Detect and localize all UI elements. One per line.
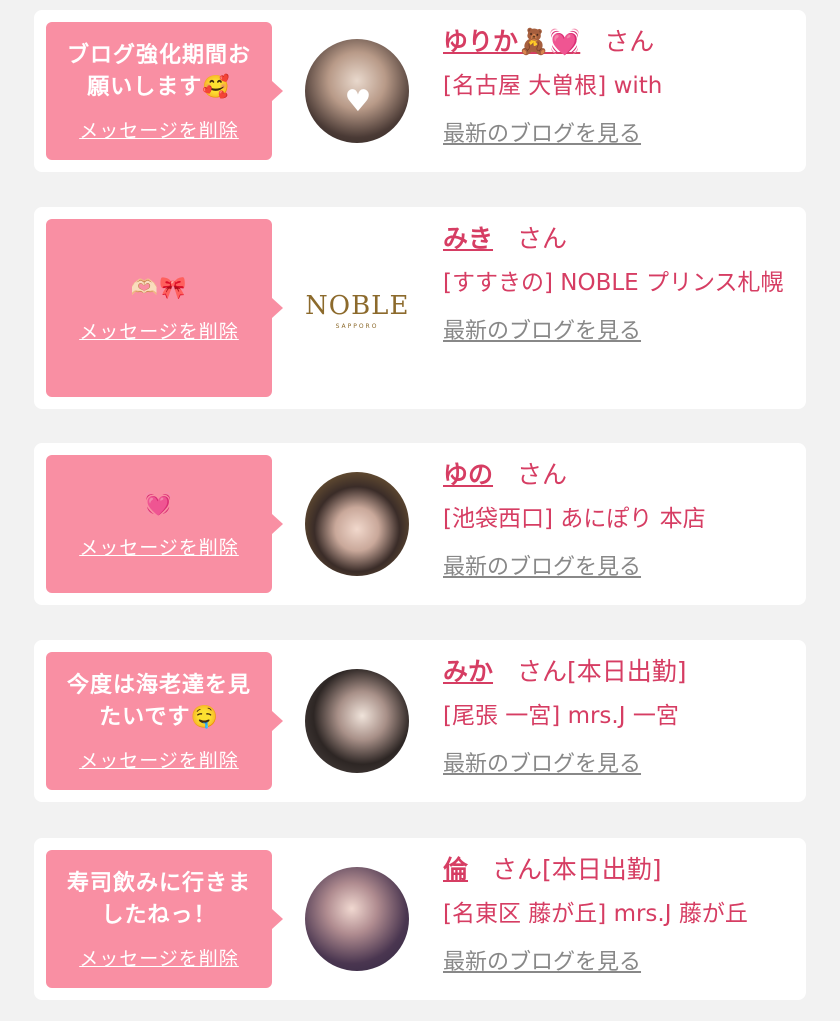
girl-name-link[interactable]: みか	[443, 657, 493, 686]
delete-message-link[interactable]: メッセージを削除	[79, 317, 239, 344]
message-bubble: 🫶🏻🎀 メッセージを削除	[46, 219, 283, 397]
shop-info: [名古屋 大曽根] with	[443, 73, 663, 99]
honorific: さん	[604, 27, 655, 56]
message-text: 💓	[144, 491, 174, 517]
latest-blog-link[interactable]: 最新のブログを見る	[443, 746, 641, 778]
delete-message-link[interactable]: メッセージを削除	[79, 116, 239, 143]
shop-info: [池袋西口] あにぽり 本店	[443, 506, 706, 532]
avatar[interactable]	[305, 867, 409, 971]
profile-info: みき さん [すすきの] NOBLE プリンス札幌 最新のブログを見る	[443, 221, 796, 345]
girl-name-link[interactable]: みき	[443, 224, 493, 253]
message-card: ブログ強化期間お願いします🥰 メッセージを削除 ♥ ゆりか🧸💓 さん [名古屋 大…	[34, 10, 806, 172]
noble-logo-text: NOBLE	[305, 291, 409, 321]
delete-message-link[interactable]: メッセージを削除	[79, 746, 239, 773]
girl-name-link[interactable]: 倫	[443, 855, 468, 884]
latest-blog-link[interactable]: 最新のブログを見る	[443, 313, 641, 345]
latest-blog-link[interactable]: 最新のブログを見る	[443, 944, 641, 976]
message-text: 今度は海老達を見たいです🤤	[66, 672, 251, 730]
latest-blog-link[interactable]: 最新のブログを見る	[443, 549, 641, 581]
honorific: さん	[517, 657, 568, 686]
message-text: ブログ強化期間お願いします🥰	[66, 42, 251, 100]
girl-name-link[interactable]: ゆの	[443, 460, 493, 489]
avatar[interactable]	[305, 472, 409, 576]
message-text: 寿司飲みに行きましたねっ！	[66, 870, 251, 928]
avatar[interactable]: ♥	[305, 39, 409, 143]
shop-info: [尾張 一宮] mrs.J 一宮	[443, 703, 679, 729]
message-bubble: ブログ強化期間お願いします🥰 メッセージを削除	[46, 22, 283, 160]
honorific: さん	[517, 460, 568, 489]
profile-info: みか さん[本日出勤] [尾張 一宮] mrs.J 一宮 最新のブログを見る	[443, 654, 796, 778]
delete-message-link[interactable]: メッセージを削除	[79, 944, 239, 971]
message-text: 🫶🏻🎀	[130, 275, 188, 301]
message-card: 今度は海老達を見たいです🤤 メッセージを削除 みか さん[本日出勤] [尾張 一宮…	[34, 640, 806, 802]
message-card: 寿司飲みに行きましたねっ！ メッセージを削除 倫さん[本日出勤] [名東区 藤が…	[34, 838, 806, 1000]
logo-subtext: SAPPORO	[335, 323, 379, 330]
message-list: ブログ強化期間お願いします🥰 メッセージを削除 ♥ ゆりか🧸💓 さん [名古屋 大…	[0, 0, 840, 1021]
honorific: さん	[492, 855, 543, 884]
heart-icon: ♥	[344, 84, 372, 119]
message-card: 🫶🏻🎀 メッセージを削除 NOBLE SAPPORO みき さん [すすきの] N…	[34, 207, 806, 409]
avatar[interactable]	[305, 669, 409, 773]
shop-info: [名東区 藤が丘] mrs.J 藤が丘	[443, 901, 748, 927]
message-bubble: 💓 メッセージを削除	[46, 455, 283, 593]
profile-info: 倫さん[本日出勤] [名東区 藤が丘] mrs.J 藤が丘 最新のブログを見る	[443, 852, 796, 976]
profile-info: ゆの さん [池袋西口] あにぽり 本店 最新のブログを見る	[443, 457, 796, 581]
profile-info: ゆりか🧸💓 さん [名古屋 大曽根] with 最新のブログを見る	[443, 24, 796, 148]
attendance-status: [本日出勤]	[567, 657, 687, 686]
message-card: 💓 メッセージを削除 ゆの さん [池袋西口] あにぽり 本店 最新のブログを見る	[34, 443, 806, 605]
honorific: さん	[517, 224, 568, 253]
message-bubble: 寿司飲みに行きましたねっ！ メッセージを削除	[46, 850, 283, 988]
message-bubble: 今度は海老達を見たいです🤤 メッセージを削除	[46, 652, 283, 790]
girl-name-link[interactable]: ゆりか🧸💓	[443, 27, 580, 56]
attendance-status: [本日出勤]	[542, 855, 662, 884]
shop-info: [すすきの] NOBLE プリンス札幌	[443, 270, 784, 296]
shop-logo[interactable]: NOBLE SAPPORO	[305, 257, 409, 361]
latest-blog-link[interactable]: 最新のブログを見る	[443, 116, 641, 148]
delete-message-link[interactable]: メッセージを削除	[79, 533, 239, 560]
